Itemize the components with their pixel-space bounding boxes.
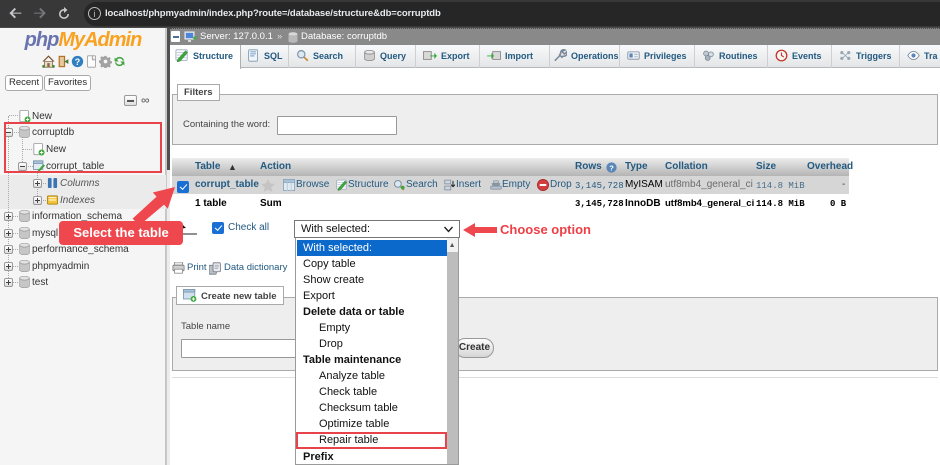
svg-text:?: ?	[75, 57, 80, 67]
svg-text:?: ?	[609, 163, 614, 172]
